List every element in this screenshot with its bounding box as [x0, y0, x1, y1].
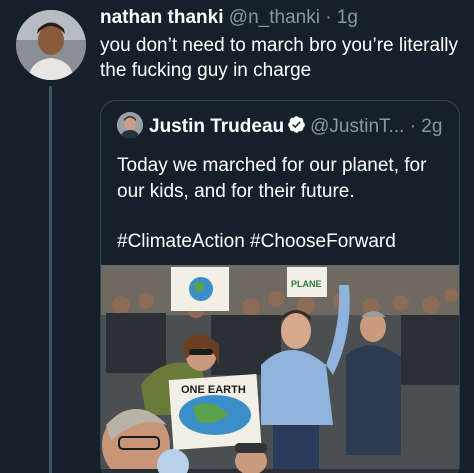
march-photo: PLANE ONE EARTH [101, 265, 459, 473]
thread-line [49, 86, 52, 473]
quoted-handle[interactable]: @JustinT... [310, 116, 404, 137]
quoted-tweet-photo[interactable]: PLANE ONE EARTH [101, 265, 459, 473]
separator: · [325, 7, 332, 28]
sign-one-earth-text: ONE EARTH [181, 384, 246, 396]
timestamp[interactable]: 1g [337, 7, 358, 28]
quoted-tweet-text: Today we marched for our planet, for our… [117, 155, 427, 202]
avatar[interactable] [16, 10, 86, 80]
quoted-tweet-header: Justin Trudeau @JustinT... · 2g [117, 111, 442, 141]
quoted-tweet-hashtags[interactable]: #ClimateAction #ChooseForward [117, 229, 396, 255]
display-name[interactable]: nathan thanki [100, 7, 224, 28]
handle[interactable]: @n_thanki [229, 7, 320, 28]
tweet-text: you don’t need to march bro you’re liter… [100, 35, 459, 81]
tweet[interactable]: nathan thanki @n_thanki · 1g you don’t n… [0, 0, 474, 473]
quoted-tweet[interactable]: Justin Trudeau @JustinT... · 2g Today we … [100, 100, 460, 473]
sign-plane-text: PLANE [291, 279, 322, 289]
verified-badge-icon [288, 116, 305, 134]
tweet-header: nathan thanki @n_thanki · 1g [100, 6, 358, 30]
quoted-avatar[interactable] [117, 111, 143, 138]
quoted-timestamp[interactable]: 2g [421, 116, 442, 137]
quoted-separator: · [409, 116, 417, 137]
quoted-display-name[interactable]: Justin Trudeau [149, 116, 284, 137]
